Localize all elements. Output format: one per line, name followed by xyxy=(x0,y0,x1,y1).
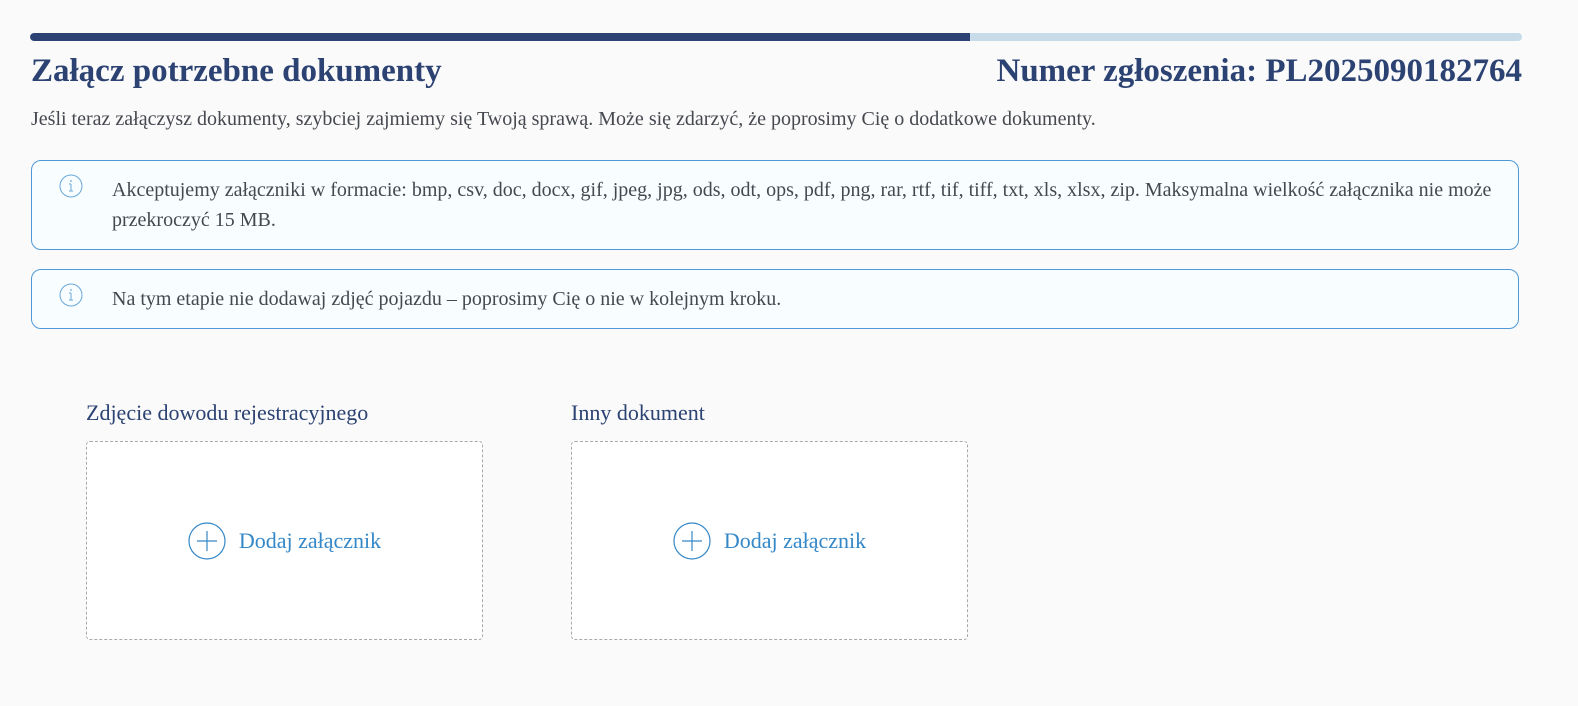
upload-group-other: Inny dokument Dodaj załącznik xyxy=(571,396,969,640)
info-box-vehicle-photos: Na tym etapie nie dodawaj zdjęć pojazdu … xyxy=(31,269,1519,329)
upload-label-registration: Zdjęcie dowodu rejestracyjnego xyxy=(86,400,369,425)
info-text-accepted-formats: Akceptujemy załączniki w formacie: bmp, … xyxy=(112,179,1492,231)
add-attachment-label: Dodaj załącznik xyxy=(238,527,382,553)
page-title: Załącz potrzebne dokumenty xyxy=(31,53,442,89)
upload-label-other: Inny dokument xyxy=(571,400,705,425)
dropzone-registration[interactable]: Dodaj załącznik xyxy=(86,441,483,640)
info-icon xyxy=(59,174,83,198)
claim-number: Numer zgłoszenia: PL2025090182764 xyxy=(996,53,1522,89)
attachments-page: Załącz potrzebne dokumenty Numer zgłosze… xyxy=(0,0,1578,706)
add-attachment-button[interactable]: Dodaj załącznik xyxy=(673,521,867,560)
plus-circle-icon xyxy=(673,521,711,560)
info-text-vehicle-photos: Na tym etapie nie dodawaj zdjęć pojazdu … xyxy=(112,288,782,310)
add-attachment-label: Dodaj załącznik xyxy=(723,527,867,553)
page-subtitle: Jeśli teraz załączysz dokumenty, szybcie… xyxy=(31,108,1096,130)
progress-fill xyxy=(30,33,970,41)
plus-circle-icon xyxy=(188,521,226,560)
upload-group-registration: Zdjęcie dowodu rejestracyjnego Dodaj zał… xyxy=(86,396,484,640)
info-box-accepted-formats: Akceptujemy załączniki w formacie: bmp, … xyxy=(31,160,1519,250)
info-icon xyxy=(59,283,83,307)
progress-bar xyxy=(30,33,1522,41)
add-attachment-button[interactable]: Dodaj załącznik xyxy=(188,521,382,560)
dropzone-other[interactable]: Dodaj załącznik xyxy=(571,441,968,640)
